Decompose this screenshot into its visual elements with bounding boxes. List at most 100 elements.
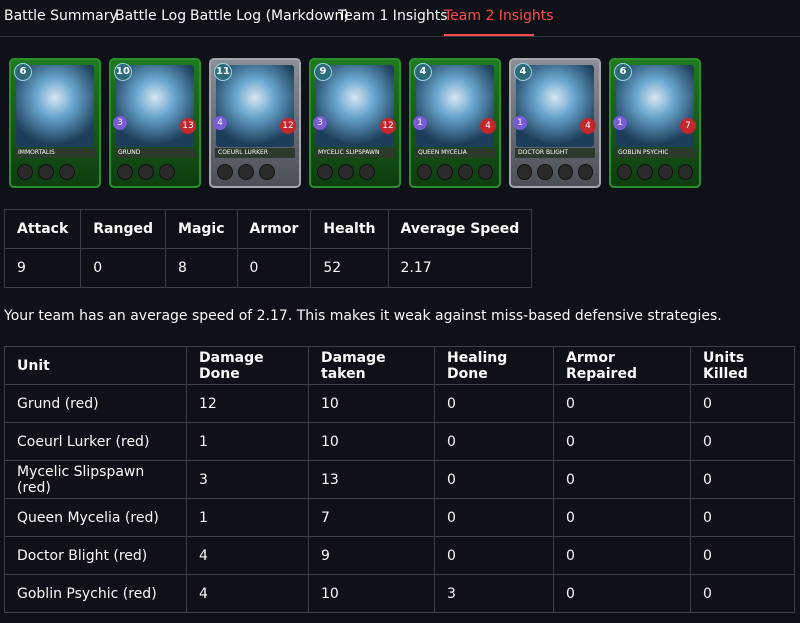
- magic-stat-badge: 3: [113, 116, 127, 130]
- cell-healing-done: 0: [434, 536, 554, 575]
- table-row: Mycelic Slipspawn (red) 3 13 0 0 0: [4, 460, 795, 499]
- health-badge: 4: [580, 118, 596, 134]
- header-magic: Magic: [165, 209, 238, 249]
- card-name: GRUND: [115, 148, 195, 158]
- cell-attack: 9: [3, 248, 82, 288]
- table-row: 9 0 8 0 52 2.17: [3, 248, 533, 288]
- tab-battle-log[interactable]: Battle Log: [115, 8, 186, 24]
- ability-icon: [577, 164, 593, 180]
- cell-damage-done: 12: [186, 384, 309, 423]
- table-row: Goblin Psychic (red) 4 10 3 0 0: [4, 574, 795, 613]
- ability-icon: [338, 164, 354, 180]
- ability-icon: [457, 164, 473, 180]
- cell-healing-done: 3: [434, 574, 554, 613]
- cell-armor-repaired: 0: [553, 422, 691, 461]
- ability-icon: [437, 164, 453, 180]
- header-armor-repaired: Armor Repaired: [553, 346, 691, 385]
- cell-magic: 8: [165, 248, 238, 288]
- cell-damage-taken: 10: [308, 384, 435, 423]
- mana-cost-badge: 11: [214, 63, 232, 81]
- ability-icons: [517, 164, 593, 182]
- ability-icons: [317, 164, 393, 182]
- card-goblin-psychic[interactable]: 6 1 7 GOBLIN PSYCHIC: [609, 58, 701, 188]
- magic-stat-badge: 1: [413, 116, 427, 130]
- table-row: Grund (red) 12 10 0 0 0: [4, 384, 795, 423]
- cell-healing-done: 0: [434, 460, 554, 499]
- table-header-row: Attack Ranged Magic Armor Health Average…: [3, 209, 533, 249]
- ability-icon: [617, 164, 633, 180]
- card-grund[interactable]: 10 3 13 GRUND: [109, 58, 201, 188]
- card-doctor-blight[interactable]: 4 1 4 DOCTOR BLIGHT: [509, 58, 601, 188]
- cell-damage-done: 4: [186, 574, 309, 613]
- ability-icons: [617, 164, 693, 182]
- mana-cost-badge: 4: [414, 63, 432, 81]
- tab-team-1-insights[interactable]: Team 1 Insights: [338, 8, 448, 24]
- card-queen-mycelia[interactable]: 4 1 4 QUEEN MYCELIA: [409, 58, 501, 188]
- card-name: MYCELIC SLIPSPAWN: [315, 148, 395, 158]
- ability-icons: [417, 164, 493, 182]
- cell-units-killed: 0: [690, 498, 795, 537]
- card-name: QUEEN MYCELIA: [415, 148, 495, 158]
- cell-unit: Mycelic Slipspawn (red): [4, 460, 187, 499]
- speed-summary-text: Your team has an average speed of 2.17. …: [4, 308, 722, 324]
- table-header-row: Unit Damage Done Damage taken Healing Do…: [4, 346, 795, 385]
- cell-units-killed: 0: [690, 574, 795, 613]
- ability-icon: [517, 164, 533, 180]
- tab-team-2-insights[interactable]: Team 2 Insights: [444, 8, 554, 24]
- cell-armor-repaired: 0: [553, 460, 691, 499]
- ability-icon: [637, 164, 653, 180]
- ability-icon: [677, 164, 693, 180]
- table-row: Queen Mycelia (red) 1 7 0 0 0: [4, 498, 795, 537]
- health-badge: 13: [180, 118, 196, 134]
- cell-healing-done: 0: [434, 498, 554, 537]
- mana-cost-badge: 9: [314, 63, 332, 81]
- ability-icon: [557, 164, 573, 180]
- team-stats-table: Attack Ranged Magic Armor Health Average…: [3, 209, 533, 288]
- card-name: GOBLIN PSYCHIC: [615, 148, 695, 158]
- mana-cost-badge: 6: [14, 63, 32, 81]
- header-unit: Unit: [4, 346, 187, 385]
- tab-battle-summary[interactable]: Battle Summary: [4, 8, 118, 24]
- card-immortalis[interactable]: 6 IMMORTALIS: [9, 58, 101, 188]
- mana-cost-badge: 4: [514, 63, 532, 81]
- health-badge: 7: [680, 118, 696, 134]
- ability-icon: [417, 164, 433, 180]
- header-damage-taken: Damage taken: [308, 346, 435, 385]
- mana-cost-badge: 10: [114, 63, 132, 81]
- ability-icon: [317, 164, 333, 180]
- magic-stat-badge: 4: [213, 116, 227, 130]
- cell-armor-repaired: 0: [553, 498, 691, 537]
- table-row: Coeurl Lurker (red) 1 10 0 0 0: [4, 422, 795, 461]
- health-badge: 12: [380, 118, 396, 134]
- cell-units-killed: 0: [690, 422, 795, 461]
- card-name: COEURL LURKER: [215, 148, 295, 158]
- cell-damage-done: 3: [186, 460, 309, 499]
- ability-icon: [537, 164, 553, 180]
- ability-icon: [657, 164, 673, 180]
- cell-units-killed: 0: [690, 384, 795, 423]
- active-tab-indicator: [444, 34, 534, 36]
- header-ranged: Ranged: [80, 209, 167, 249]
- cell-damage-taken: 10: [308, 422, 435, 461]
- card-mycelic-slipspawn[interactable]: 9 3 12 MYCELIC SLIPSPAWN: [309, 58, 401, 188]
- health-badge: 4: [480, 118, 496, 134]
- ability-icon: [159, 164, 175, 180]
- card-coeurl-lurker[interactable]: 11 4 12 COEURL LURKER: [209, 58, 301, 188]
- ability-icon: [477, 164, 493, 180]
- tab-battle-log-markdown[interactable]: Battle Log (Markdown): [190, 8, 349, 24]
- card-name: IMMORTALIS: [15, 148, 95, 158]
- cell-armor: 0: [236, 248, 312, 288]
- cell-damage-done: 4: [186, 536, 309, 575]
- header-damage-done: Damage Done: [186, 346, 309, 385]
- header-armor: Armor: [236, 209, 312, 249]
- health-badge: 12: [280, 118, 296, 134]
- unit-stats-table: Unit Damage Done Damage taken Healing Do…: [4, 346, 795, 613]
- ability-icon: [117, 164, 133, 180]
- cell-ranged: 0: [80, 248, 167, 288]
- cell-units-killed: 0: [690, 536, 795, 575]
- cell-unit: Goblin Psychic (red): [4, 574, 187, 613]
- cell-damage-taken: 7: [308, 498, 435, 537]
- cell-damage-taken: 9: [308, 536, 435, 575]
- team-cards: 6 IMMORTALIS 10 3 13 GRUND 11 4 12 COEUR…: [0, 58, 800, 190]
- ability-icons: [117, 164, 193, 182]
